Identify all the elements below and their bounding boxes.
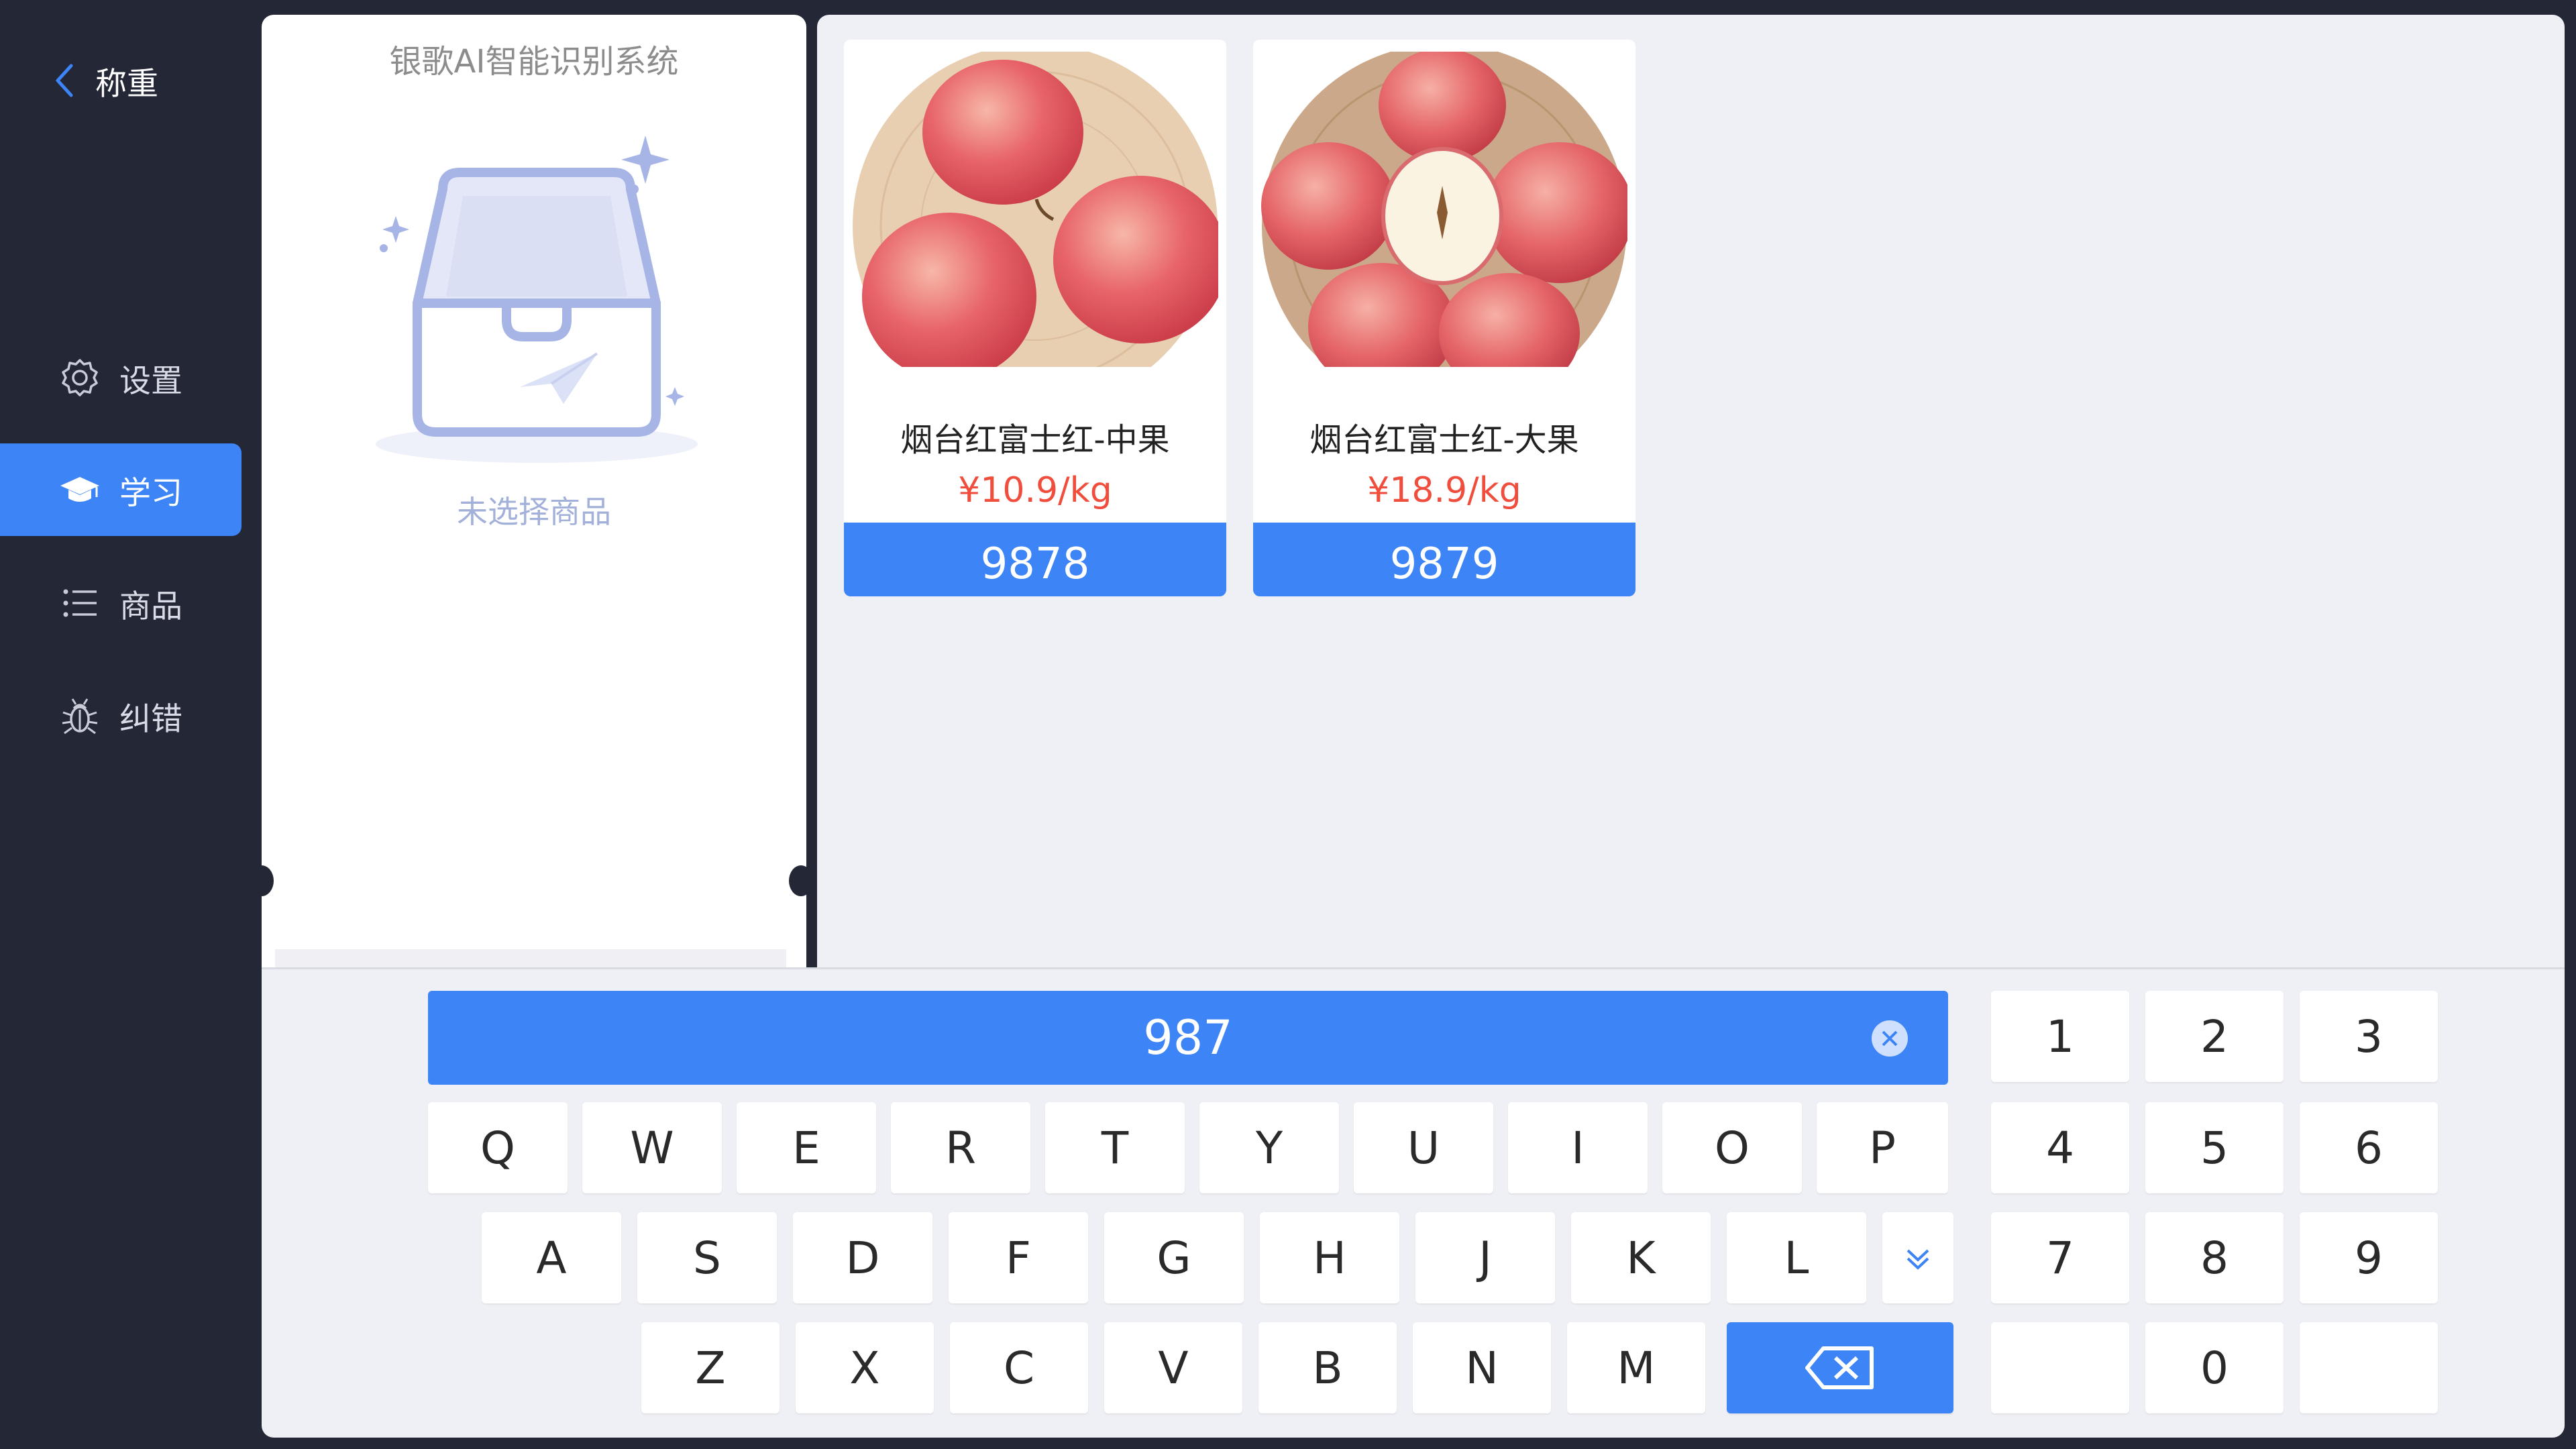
key-p[interactable]: P (1817, 1102, 1948, 1193)
key-z[interactable]: Z (641, 1322, 780, 1413)
key-3[interactable]: 3 (2300, 991, 2438, 1082)
key-7[interactable]: 7 (1991, 1212, 2129, 1303)
key-o[interactable]: O (1662, 1102, 1802, 1193)
sidebar-item-correction[interactable]: 纠错 (0, 669, 241, 762)
product-name: 烟台红富士红-大果 (1309, 421, 1579, 459)
key-5[interactable]: 5 (2145, 1102, 2284, 1193)
key-k[interactable]: K (1571, 1212, 1711, 1303)
key-f[interactable]: F (949, 1212, 1088, 1303)
key-g[interactable]: G (1104, 1212, 1244, 1303)
key-w[interactable]: W (582, 1102, 722, 1193)
key-1[interactable]: 1 (1991, 991, 2129, 1082)
virtual-keyboard: 987 Q W E R T Y U I O P A S D F G H J K … (262, 967, 2565, 1438)
key-s[interactable]: S (637, 1212, 777, 1303)
backspace-icon (1805, 1346, 1874, 1389)
collapse-keyboard-button[interactable] (1882, 1212, 1953, 1303)
chevron-left-icon (56, 64, 73, 97)
key-h[interactable]: H (1260, 1212, 1399, 1303)
sidebar-item-label: 学习 (119, 474, 182, 512)
back-label: 称重 (95, 65, 158, 103)
sidebar-item-label: 设置 (119, 362, 182, 400)
key-r[interactable]: R (891, 1102, 1030, 1193)
key-8[interactable]: 8 (2145, 1212, 2284, 1303)
selection-panel: 银歌AI智能识别系统 未选择商品 (262, 15, 806, 967)
key-i[interactable]: I (1508, 1102, 1648, 1193)
sidebar-item-products[interactable]: 商品 (0, 557, 241, 649)
key-c[interactable]: C (950, 1322, 1088, 1413)
panel-handle (250, 865, 274, 896)
key-blank-left[interactable] (1991, 1322, 2129, 1413)
key-2[interactable]: 2 (2145, 991, 2284, 1082)
key-u[interactable]: U (1354, 1102, 1493, 1193)
key-v[interactable]: V (1104, 1322, 1242, 1413)
product-card[interactable]: 烟台红富士红-中果 ¥10.9/kg 9878 (844, 40, 1226, 596)
key-4[interactable]: 4 (1991, 1102, 2129, 1193)
sidebar: 称重 设置 学习 商品 纠错 (0, 0, 262, 1449)
key-y[interactable]: Y (1199, 1102, 1339, 1193)
product-price: ¥10.9/kg (958, 470, 1112, 511)
key-q[interactable]: Q (428, 1102, 568, 1193)
key-9[interactable]: 9 (2300, 1212, 2438, 1303)
key-l[interactable]: L (1727, 1212, 1866, 1303)
search-input-value: 987 (1143, 1010, 1233, 1065)
graduation-cap-icon (58, 468, 102, 512)
product-name: 烟台红富士红-中果 (900, 421, 1170, 459)
key-x[interactable]: X (796, 1322, 934, 1413)
key-blank-right[interactable] (2300, 1322, 2438, 1413)
key-e[interactable]: E (737, 1102, 876, 1193)
product-image-apples (1261, 52, 1627, 367)
key-d[interactable]: D (793, 1212, 932, 1303)
product-code: 9878 (844, 523, 1226, 596)
panel-handle (789, 865, 813, 896)
key-m[interactable]: M (1567, 1322, 1705, 1413)
sidebar-item-label: 纠错 (119, 700, 182, 738)
sidebar-item-settings[interactable]: 设置 (0, 331, 241, 424)
product-code: 9879 (1253, 523, 1635, 596)
panel-footer (275, 949, 786, 967)
back-button[interactable]: 称重 (54, 57, 158, 104)
product-grid: 烟台红富士红-中果 ¥10.9/kg 9878 烟台红富士红-大果 ¥18.9/ (817, 15, 2565, 967)
key-n[interactable]: N (1413, 1322, 1551, 1413)
product-card[interactable]: 烟台红富士红-大果 ¥18.9/kg 9879 (1253, 40, 1635, 596)
bug-icon (58, 694, 102, 738)
clear-icon[interactable] (1870, 1019, 1909, 1058)
double-chevron-down-icon (1907, 1249, 1929, 1270)
product-price: ¥18.9/kg (1367, 470, 1521, 511)
gear-icon (58, 356, 102, 400)
list-icon (58, 581, 102, 625)
system-title: 银歌AI智能识别系统 (389, 43, 679, 80)
empty-inbox-icon (376, 136, 698, 463)
sidebar-item-learn[interactable]: 学习 (0, 443, 241, 536)
empty-state-text: 未选择商品 (457, 494, 611, 530)
key-b[interactable]: B (1258, 1322, 1397, 1413)
key-a[interactable]: A (482, 1212, 621, 1303)
product-image-apples (853, 52, 1218, 367)
backspace-button[interactable] (1727, 1322, 1953, 1413)
key-j[interactable]: J (1415, 1212, 1555, 1303)
search-input[interactable]: 987 (428, 991, 1948, 1085)
key-6[interactable]: 6 (2300, 1102, 2438, 1193)
key-t[interactable]: T (1045, 1102, 1185, 1193)
key-0[interactable]: 0 (2145, 1322, 2284, 1413)
sidebar-item-label: 商品 (119, 588, 182, 625)
